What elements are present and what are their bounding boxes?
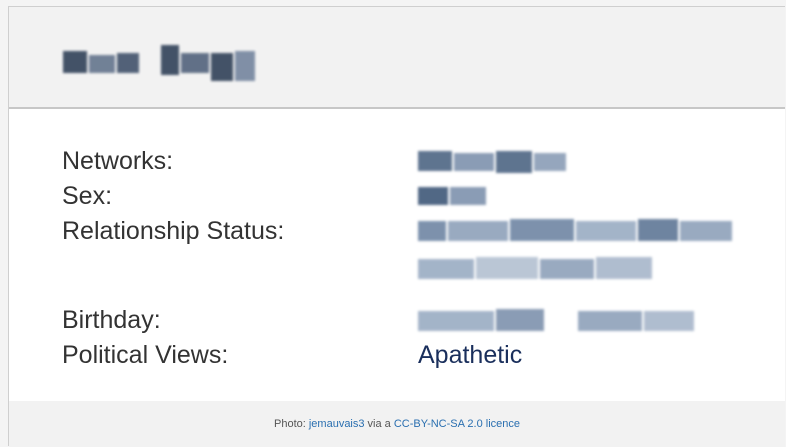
political-views-label: Political Views: xyxy=(62,341,229,369)
redacted-birthday xyxy=(418,309,694,331)
redacted-name xyxy=(63,45,255,81)
licence-link[interactable]: CC-BY-NC-SA 2.0 licence xyxy=(394,418,520,430)
author-link[interactable]: jemauvais3 xyxy=(309,418,365,430)
redacted-relationship-line-2 xyxy=(418,257,652,279)
relationship-status-label: Relationship Status: xyxy=(62,217,285,245)
credit-prefix: Photo: xyxy=(274,418,309,430)
credit-middle: via a xyxy=(364,418,394,430)
redacted-networks xyxy=(418,151,566,173)
profile-info-section: Networks: Sex: Relationship Status: Birt… xyxy=(9,109,785,401)
profile-header xyxy=(9,7,785,109)
redacted-sex xyxy=(418,187,486,205)
networks-label: Networks: xyxy=(62,147,174,175)
political-views-value: Apathetic xyxy=(418,341,523,369)
sex-label: Sex: xyxy=(62,182,113,210)
photo-credit: Photo: jemauvais3 via a CC-BY-NC-SA 2.0 … xyxy=(9,401,785,447)
birthday-label: Birthday: xyxy=(62,306,161,334)
redacted-relationship-line-1 xyxy=(418,219,732,241)
profile-card: Networks: Sex: Relationship Status: Birt… xyxy=(8,6,785,447)
